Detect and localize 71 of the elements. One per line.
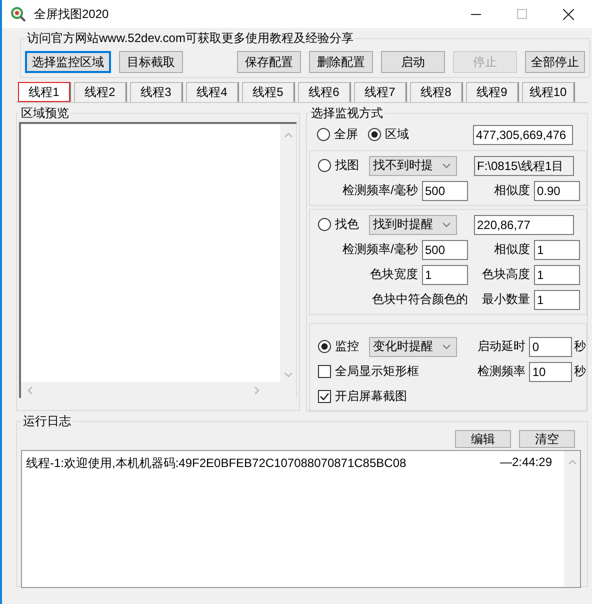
thread-tab[interactable]: 线程10 (522, 82, 574, 102)
group-title: 选择监视方式 (310, 105, 384, 122)
toolbar-button[interactable]: 全部停止 (525, 51, 585, 73)
radio-option[interactable]: 监控 (318, 338, 359, 355)
toolbar-button[interactable]: 目标截取 (119, 51, 183, 73)
field-label: 相似度 (493, 182, 530, 199)
thread-tab[interactable]: 线程1 (18, 82, 70, 102)
input-field[interactable]: 1 (534, 264, 580, 284)
magnifier-icon (10, 6, 26, 22)
radio-icon[interactable] (318, 159, 331, 172)
field-label: 最小数量 (481, 291, 530, 308)
radio-option[interactable]: 找图 (318, 157, 359, 174)
field-label: 色块中符合颜色的 (372, 291, 468, 308)
unit-label: 秒 (574, 363, 586, 380)
input-field[interactable]: 10 (529, 362, 572, 382)
window-title: 全屏找图2020 (34, 6, 109, 22)
toolbar-button[interactable]: 保存配置 (237, 51, 301, 73)
field-label: 色块宽度 (370, 266, 418, 283)
toolbar-button[interactable]: 删除配置 (309, 51, 373, 73)
toolbar-button[interactable]: 启动 (381, 51, 445, 73)
region-field[interactable]: 477,305,669,476 (473, 124, 573, 144)
chevron-down-icon (442, 162, 451, 168)
log-button[interactable]: 清空 (519, 430, 575, 448)
radio-option[interactable]: 全屏 (317, 126, 358, 143)
log-time: —2:44:29 (500, 455, 552, 471)
target-field[interactable]: F:\0815\线程1目 (474, 156, 574, 176)
input-field[interactable]: 0 (529, 336, 572, 356)
field-label: 检测频率/毫秒 (342, 241, 418, 258)
close-icon[interactable] (563, 8, 574, 20)
field-label: 检测频率 (476, 363, 526, 380)
input-field[interactable]: 500 (422, 180, 468, 200)
chevron-down-icon (442, 344, 451, 350)
thread-tab[interactable]: 线程5 (242, 82, 294, 102)
checkbox-icon[interactable] (318, 390, 331, 403)
input-field[interactable]: 0.90 (534, 180, 580, 200)
field-label: 相似度 (493, 241, 530, 258)
mode-dropdown[interactable]: 变化时提醒 (369, 336, 457, 356)
field-label: 检测频率/毫秒 (342, 182, 418, 199)
thread-tab[interactable]: 线程6 (298, 82, 350, 102)
input-field[interactable]: 1 (534, 240, 580, 260)
field-label: 启动延时 (476, 338, 526, 355)
log-button[interactable]: 编辑 (455, 430, 511, 448)
field-label: 色块高度 (481, 266, 530, 283)
toolbar-button[interactable]: 选择监控区域 (25, 51, 111, 73)
mode-dropdown[interactable]: 找不到时提 (369, 156, 457, 176)
radio-icon[interactable] (318, 218, 331, 231)
group-title: 访问官方网站www.52dev.com可获取更多使用教程及经验分享 (26, 30, 354, 47)
radio-icon[interactable] (368, 128, 381, 141)
chevron-down-icon (442, 222, 451, 228)
radio-option[interactable]: 区域 (368, 126, 409, 143)
mode-dropdown[interactable]: 找到时提醒 (369, 214, 457, 234)
group-title: 区域预览 (20, 105, 70, 122)
radio-icon[interactable] (318, 340, 331, 353)
thread-tab[interactable]: 线程7 (354, 82, 406, 102)
thread-tab[interactable]: 线程8 (410, 82, 462, 102)
radio-option[interactable]: 找色 (318, 216, 359, 233)
thread-tab[interactable]: 线程9 (466, 82, 518, 102)
checkbox-option[interactable]: 开启屏幕截图 (318, 388, 407, 405)
input-field[interactable]: 500 (422, 240, 468, 260)
log-message: 线程-1:欢迎使用,本机机器码:49F2E0BFEB72C107088070871C85BC08 (26, 455, 406, 472)
input-field[interactable]: 1 (422, 264, 468, 284)
thread-tab[interactable]: 线程4 (186, 82, 238, 102)
checkbox-option[interactable]: 全局显示矩形框 (318, 363, 419, 380)
radio-icon[interactable] (317, 128, 330, 141)
unit-label: 秒 (574, 338, 586, 355)
thread-tab[interactable]: 线程2 (74, 82, 126, 102)
group-title: 运行日志 (22, 413, 72, 430)
checkbox-icon[interactable] (318, 365, 331, 378)
input-field[interactable]: 1 (534, 290, 580, 310)
thread-tab[interactable]: 线程3 (130, 82, 182, 102)
target-field[interactable]: 220,86,77 (474, 214, 574, 234)
